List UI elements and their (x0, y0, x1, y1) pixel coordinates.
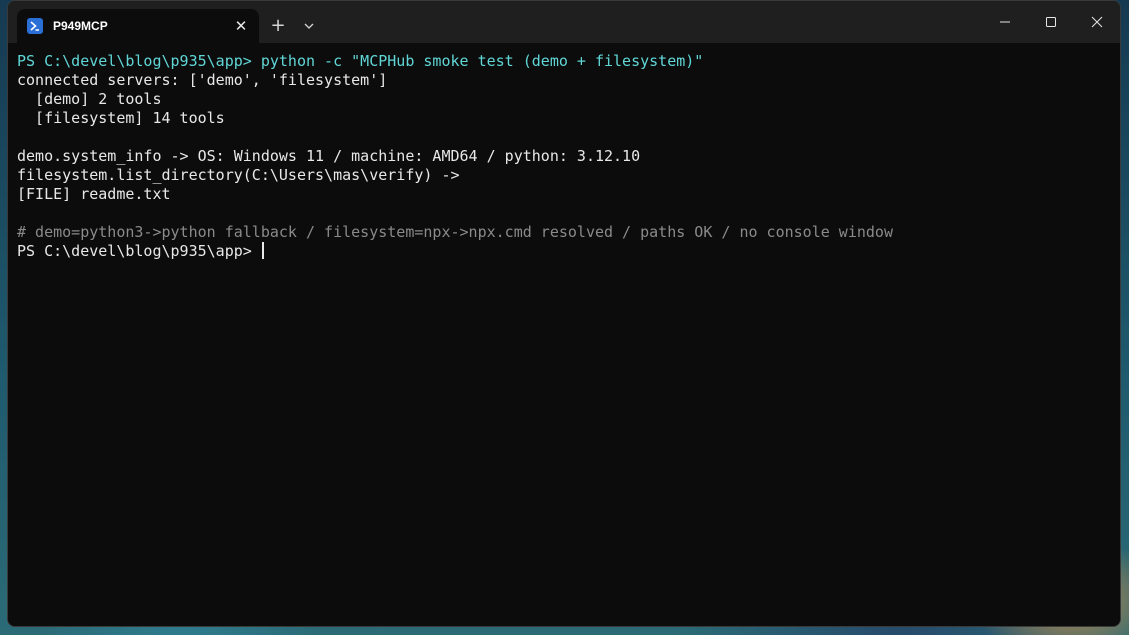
terminal-output[interactable]: PS C:\devel\blog\p935\app> python -c "MC… (8, 43, 1120, 626)
new-tab-button[interactable]: + (267, 15, 289, 37)
maximize-icon (1046, 17, 1056, 27)
tab-title: P949MCP (53, 19, 108, 33)
powershell-icon (27, 18, 43, 34)
output-line: [filesystem] 14 tools (17, 109, 225, 127)
comment-line: # demo=python3->python fallback / filesy… (17, 223, 893, 241)
tab-active[interactable]: P949MCP ✕ (17, 9, 259, 43)
text-cursor (261, 242, 264, 259)
chevron-down-icon[interactable] (298, 15, 320, 37)
prompt-line[interactable]: PS C:\devel\blog\p935\app> (17, 242, 1120, 261)
close-window-button[interactable] (1074, 1, 1120, 43)
close-icon (1091, 16, 1103, 28)
output-line: demo.system_info -> OS: Windows 11 / mac… (17, 147, 641, 165)
maximize-button[interactable] (1028, 1, 1074, 43)
output-line: connected servers: ['demo', 'filesystem'… (17, 71, 388, 89)
terminal-window: P949MCP ✕ + PS C:\devel\blog\p935\app> p… (7, 0, 1121, 627)
minimize-icon (1000, 21, 1010, 23)
minimize-button[interactable] (982, 1, 1028, 43)
command-line: PS C:\devel\blog\p935\app> python -c "MC… (17, 52, 704, 70)
prompt-text: PS C:\devel\blog\p935\app> (17, 242, 261, 260)
output-line: [FILE] readme.txt (17, 185, 171, 203)
title-bar[interactable]: P949MCP ✕ + (8, 1, 1120, 43)
output-line: [demo] 2 tools (17, 90, 162, 108)
output-line: filesystem.list_directory(C:\Users\mas\v… (17, 166, 460, 184)
close-tab-icon[interactable]: ✕ (229, 14, 253, 38)
